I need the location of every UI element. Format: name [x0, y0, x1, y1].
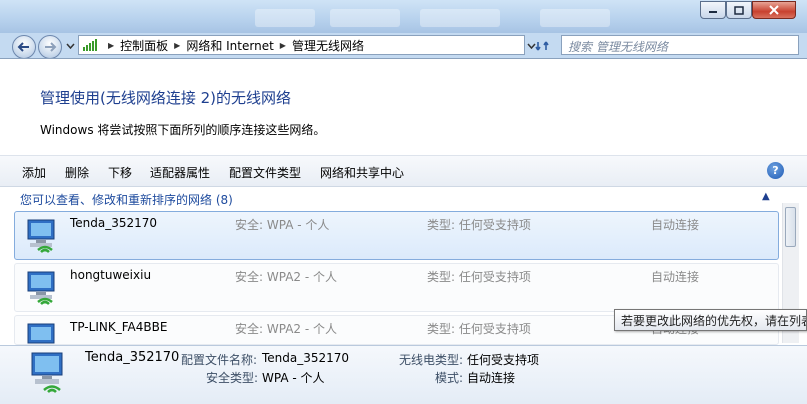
profile-name-label: 配置文件名称: — [181, 353, 258, 367]
wireless-network-icon — [27, 271, 55, 305]
profile-name-value: Tenda_352170 — [262, 351, 350, 365]
background-tab — [255, 9, 315, 27]
back-button[interactable] — [12, 35, 36, 59]
breadcrumb-separator-icon[interactable]: ▶ — [280, 41, 286, 50]
wireless-network-icon — [27, 219, 55, 253]
scrollbar-thumb[interactable] — [785, 207, 796, 247]
background-tab — [330, 9, 400, 27]
page-title: 管理使用(无线网络连接 2)的无线网络 — [40, 89, 292, 107]
network-sharing-center-button[interactable]: 网络和共享中心 — [320, 164, 404, 181]
page-description: Windows 将尝试按照下面所列的顺序连接这些网络。 — [40, 123, 326, 137]
network-security: 安全: WPA - 个人 — [235, 218, 330, 232]
group-header[interactable]: 您可以查看、修改和重新排序的网络 (8) — [20, 191, 233, 208]
network-ssid: hongtuweixiu — [70, 268, 152, 282]
refresh-icon — [535, 41, 549, 51]
background-tab — [540, 9, 610, 27]
network-type: 类型: 任何受支持项 — [427, 322, 531, 336]
search-input[interactable]: 搜索 管理无线网络 — [561, 35, 799, 55]
network-security: 安全: WPA2 - 个人 — [235, 322, 337, 336]
breadcrumb-control-panel[interactable]: 控制面板 — [120, 37, 168, 54]
wireless-network-icon — [31, 352, 63, 393]
network-type: 类型: 任何受支持项 — [427, 218, 531, 232]
network-ssid: Tenda_352170 — [70, 216, 158, 230]
network-row[interactable]: hongtuweixiu 安全: WPA2 - 个人 类型: 任何受支持项 自动… — [14, 263, 779, 312]
collapse-chevron-icon[interactable]: ▲ — [762, 191, 770, 202]
details-network-name: Tenda_352170 — [85, 350, 180, 365]
refresh-button[interactable] — [531, 37, 551, 55]
network-security: 安全: WPA2 - 个人 — [235, 270, 337, 284]
tooltip: 若要更改此网络的优先权，请在列表 — [614, 309, 807, 331]
radio-type-label: 无线电类型: — [399, 353, 464, 367]
mode-label: 模式: — [435, 371, 464, 385]
network-mode: 自动连接 — [651, 218, 700, 232]
wireless-network-icon — [27, 323, 55, 344]
close-icon — [769, 5, 779, 15]
breadcrumb-network-internet[interactable]: 网络和 Internet — [186, 37, 273, 54]
command-toolbar: 添加 删除 下移 适配器属性 配置文件类型 网络和共享中心 ? — [0, 155, 807, 187]
forward-arrow-icon — [45, 42, 57, 52]
address-bar[interactable]: ▶ 控制面板 ▶ 网络和 Internet ▶ 管理无线网络 — [78, 35, 525, 55]
forward-button[interactable] — [38, 35, 62, 59]
profile-types-button[interactable]: 配置文件类型 — [229, 164, 301, 181]
mode-value: 自动连接 — [467, 371, 516, 385]
minimize-button[interactable] — [700, 1, 726, 19]
breadcrumb-separator-icon[interactable]: ▶ — [174, 41, 180, 50]
background-tab — [420, 9, 500, 27]
network-type: 类型: 任何受支持项 — [427, 270, 531, 284]
security-type-label: 安全类型: — [206, 371, 259, 385]
network-signal-icon — [83, 39, 97, 51]
radio-type-value: 任何受支持项 — [467, 353, 540, 367]
adapter-properties-button[interactable]: 适配器属性 — [150, 164, 210, 181]
details-pane: Tenda_352170 配置文件名称: Tenda_352170 无线电类型:… — [0, 345, 807, 404]
maximize-button[interactable] — [726, 1, 752, 19]
network-row[interactable]: Tenda_352170 安全: WPA - 个人 类型: 任何受支持项 自动连… — [14, 211, 779, 260]
main-content: 管理使用(无线网络连接 2)的无线网络 Windows 将尝试按照下面所列的顺序… — [0, 58, 807, 346]
close-button[interactable] — [752, 1, 796, 19]
breadcrumb-separator-icon[interactable]: ▶ — [108, 41, 114, 50]
network-mode: 自动连接 — [651, 270, 700, 284]
security-type-value: WPA - 个人 — [262, 371, 325, 385]
title-bar — [0, 0, 807, 33]
add-button[interactable]: 添加 — [22, 164, 46, 181]
back-arrow-icon — [17, 42, 29, 52]
maximize-icon — [734, 5, 744, 15]
remove-button[interactable]: 删除 — [65, 164, 89, 181]
move-down-button[interactable]: 下移 — [108, 164, 132, 181]
network-ssid: TP-LINK_FA4BBE — [70, 320, 168, 334]
breadcrumb-manage-wireless[interactable]: 管理无线网络 — [292, 37, 364, 54]
help-icon[interactable]: ? — [767, 162, 784, 179]
minimize-icon — [709, 11, 717, 13]
search-placeholder: 搜索 管理无线网络 — [568, 40, 668, 54]
recent-pages-chevron-icon[interactable] — [66, 43, 75, 49]
